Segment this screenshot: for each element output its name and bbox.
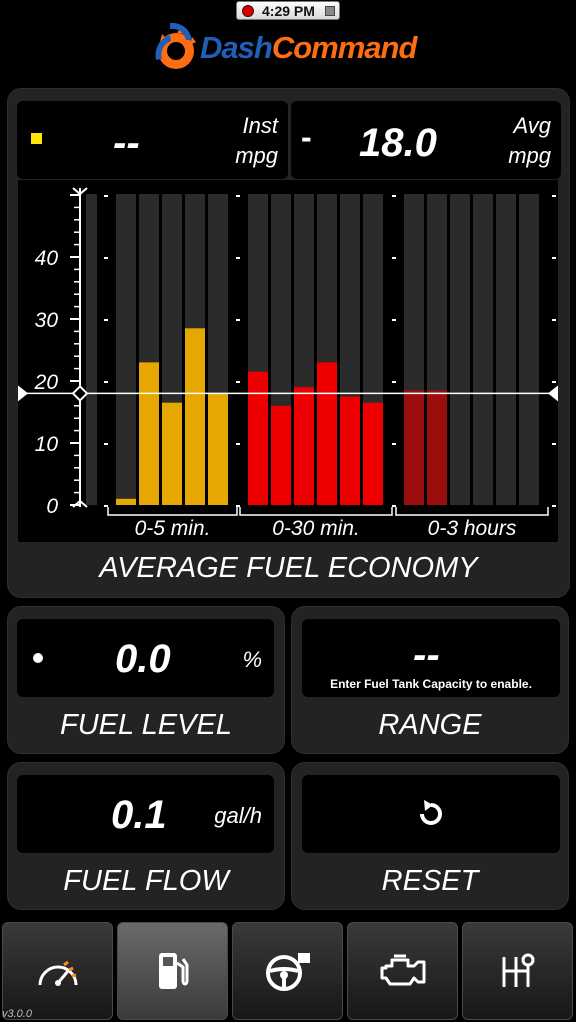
bar [271,405,291,505]
status-time: 4:29 PM [262,3,315,19]
fuel-economy-title: AVERAGE FUEL ECONOMY [99,552,478,584]
reset-label: RESET [381,865,479,897]
range-note: Enter Fuel Tank Capacity to enable. [330,677,532,691]
bar-slot [519,194,539,505]
status-bar: 4:29 PM [236,1,340,20]
engine-icon [380,954,425,986]
fuel-flow-unit: gal/h [214,803,262,828]
fuel-level-box: 0.0 % [17,619,274,697]
fuel-pump-icon [158,953,188,989]
reset-box [302,775,560,853]
bar [340,396,360,505]
bar [208,393,228,505]
bar-slot [116,194,136,505]
average-marker-right [548,385,558,402]
gauge-icon [38,960,77,986]
inst-mpg-unit: Inst mpg [235,113,278,168]
bottom-nav [0,920,576,1022]
bar [427,390,447,505]
bar [248,371,268,505]
bar [139,362,159,505]
nav-transmission[interactable] [462,922,573,1020]
fuel-flow-label: FUEL FLOW [63,865,229,897]
bar-slot [496,194,516,505]
group-label: 0-30 min. [272,517,360,540]
inst-mpg-value: -- [113,121,140,165]
fuel-level-unit: % [242,647,262,672]
bar [294,387,314,505]
nav-gauges[interactable] [2,922,113,1020]
fuel-level-panel[interactable]: 0.0 % FUEL LEVEL [7,606,285,754]
logo-text: DashCommand [200,30,417,65]
y-tick-label: 10 [35,433,59,456]
bar [317,362,337,505]
logo-gear-icon [155,22,196,69]
avg-mpg-box: - 18.0 Avg mpg [291,101,561,179]
record-icon [242,5,254,17]
avg-mpg-sign: - [301,119,312,155]
reset-button[interactable]: RESET [291,762,569,910]
average-marker-axis [71,384,89,402]
app-version: v3.0.0 [2,1008,32,1020]
nav-driving[interactable] [232,922,343,1020]
range-label: RANGE [378,709,482,741]
steering-wheel-icon [265,953,310,991]
avg-mpg-value: 18.0 [359,121,437,165]
reset-icon [420,800,442,825]
y-tick-label: 30 [35,309,59,332]
y-tick-label: 20 [34,371,59,394]
bar [363,402,383,505]
inst-indicator [31,133,42,144]
fuel-flow-panel[interactable]: 0.1 gal/h FUEL FLOW [7,762,285,910]
group-bracket [107,507,238,516]
bar-slot [450,194,470,505]
group-label: 0-3 hours [428,517,517,540]
chart-svg: 40 30 20 10 0 0-5 min. 0-30 min. 0-3 hours [18,187,558,540]
status-square-icon [325,6,335,16]
group-bracket [239,507,393,516]
bar-slot [86,194,97,505]
avg-mpg-unit: Avg mpg [508,113,551,168]
fuel-level-dot [33,653,43,663]
y-tick-label: 40 [35,247,59,270]
fuel-flow-box: 0.1 gal/h [17,775,274,853]
bar [116,498,136,505]
group-bracket [395,507,549,516]
bar-slot [473,194,493,505]
bar [162,402,182,505]
y-tick-label: 0 [46,495,58,518]
bar [404,390,424,505]
average-marker-left [18,385,28,402]
nav-diagnostics[interactable] [347,922,458,1020]
range-panel[interactable]: -- Enter Fuel Tank Capacity to enable. R… [291,606,569,754]
group-label: 0-5 min. [135,517,211,540]
range-value: -- [413,633,440,677]
bar [185,328,205,505]
fuel-level-label: FUEL LEVEL [60,709,232,741]
gear-shifter-icon [502,953,534,987]
range-box: -- Enter Fuel Tank Capacity to enable. [302,619,560,697]
inst-mpg-box: -- Inst mpg [17,101,288,179]
fuel-level-value: 0.0 [115,637,171,681]
app-logo: DashCommand [152,20,432,78]
nav-fuel[interactable] [117,922,228,1020]
fuel-flow-value: 0.1 [111,793,167,837]
fuel-economy-chart: 40 30 20 10 0 0-5 min. 0-30 min. 0-3 hours [18,180,558,542]
